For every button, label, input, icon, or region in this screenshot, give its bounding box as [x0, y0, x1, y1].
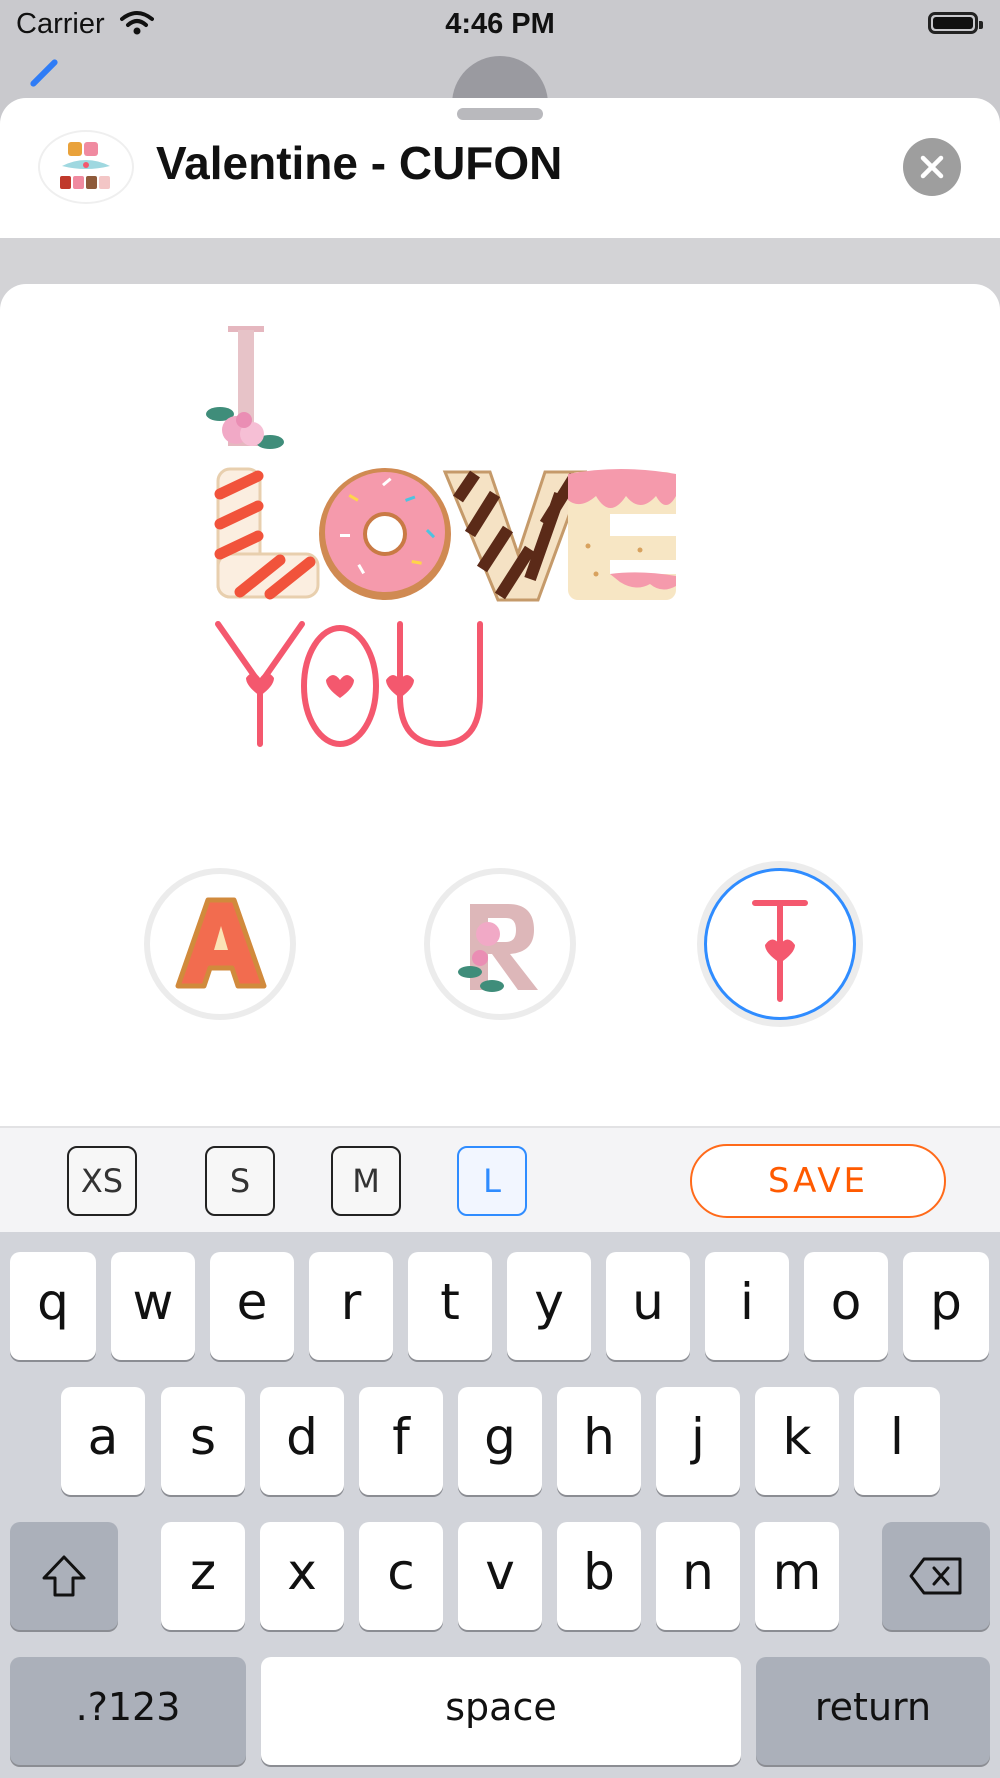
key-b[interactable]: b: [557, 1522, 641, 1630]
keyboard: q w e r t y u i o p a s d f g h j k l z …: [0, 1232, 1000, 1778]
numbers-key[interactable]: .?123: [10, 1657, 246, 1765]
heart-icon: [326, 675, 354, 698]
sheet-header: Valentine - CUFON: [0, 98, 1000, 238]
key-f[interactable]: f: [359, 1387, 443, 1495]
close-icon: [920, 155, 944, 179]
return-key[interactable]: return: [756, 1657, 990, 1765]
key-o[interactable]: o: [804, 1252, 888, 1360]
key-e[interactable]: e: [210, 1252, 294, 1360]
cookie-a-icon: [175, 897, 267, 989]
key-d[interactable]: d: [260, 1387, 344, 1495]
key-l[interactable]: l: [854, 1387, 940, 1495]
sheet-grabber[interactable]: [457, 108, 543, 120]
floral-r-icon: [458, 904, 538, 992]
size-toolbar: XS S M L SAVE: [0, 1126, 1000, 1232]
key-n[interactable]: n: [656, 1522, 740, 1630]
key-k[interactable]: k: [755, 1387, 839, 1495]
shift-icon: [42, 1555, 86, 1597]
size-button-s[interactable]: S: [205, 1146, 275, 1216]
size-button-l[interactable]: L: [457, 1146, 527, 1216]
key-p[interactable]: p: [903, 1252, 989, 1360]
key-j[interactable]: j: [656, 1387, 740, 1495]
key-u[interactable]: u: [606, 1252, 690, 1360]
key-z[interactable]: z: [161, 1522, 245, 1630]
preview-letter-v: [442, 470, 588, 602]
key-h[interactable]: h: [557, 1387, 641, 1495]
backspace-icon: [909, 1557, 962, 1595]
close-button[interactable]: [903, 138, 961, 196]
space-key[interactable]: space: [261, 1657, 741, 1765]
save-button[interactable]: SAVE: [690, 1144, 946, 1218]
compose-pencil-icon: [29, 58, 59, 88]
preview-letter-e: [568, 469, 676, 600]
key-s[interactable]: s: [161, 1387, 245, 1495]
clock: 4:46 PM: [445, 8, 555, 40]
be-mine-icon: [60, 142, 110, 189]
key-m[interactable]: m: [755, 1522, 839, 1630]
font-option-heart-line[interactable]: [704, 868, 856, 1020]
key-c[interactable]: c: [359, 1522, 443, 1630]
key-w[interactable]: w: [111, 1252, 195, 1360]
app-icon: [38, 130, 134, 204]
key-t[interactable]: t: [408, 1252, 492, 1360]
key-g[interactable]: g: [458, 1387, 542, 1495]
key-r[interactable]: r: [309, 1252, 393, 1360]
sticker-preview: [206, 326, 676, 748]
font-option-cookie[interactable]: [144, 868, 296, 1020]
size-button-xs[interactable]: XS: [67, 1146, 137, 1216]
key-v[interactable]: v: [458, 1522, 542, 1630]
size-button-m[interactable]: M: [331, 1146, 401, 1216]
preview-letter-i: [206, 326, 284, 449]
status-bar: Carrier 4:46 PM: [0, 0, 1000, 50]
shift-key[interactable]: [10, 1522, 118, 1630]
font-option-floral[interactable]: [424, 868, 576, 1020]
key-q[interactable]: q: [10, 1252, 96, 1360]
heart-t-icon: [752, 900, 808, 1002]
key-a[interactable]: a: [61, 1387, 145, 1495]
heart-icon: [246, 673, 274, 696]
preview-letter-l: [214, 467, 320, 600]
key-x[interactable]: x: [260, 1522, 344, 1630]
app-title: Valentine - CUFON: [156, 137, 563, 189]
key-i[interactable]: i: [705, 1252, 789, 1360]
backspace-key[interactable]: [882, 1522, 990, 1630]
battery-icon: [928, 12, 983, 34]
preview-letter-o: [319, 468, 451, 600]
key-y[interactable]: y: [507, 1252, 591, 1360]
